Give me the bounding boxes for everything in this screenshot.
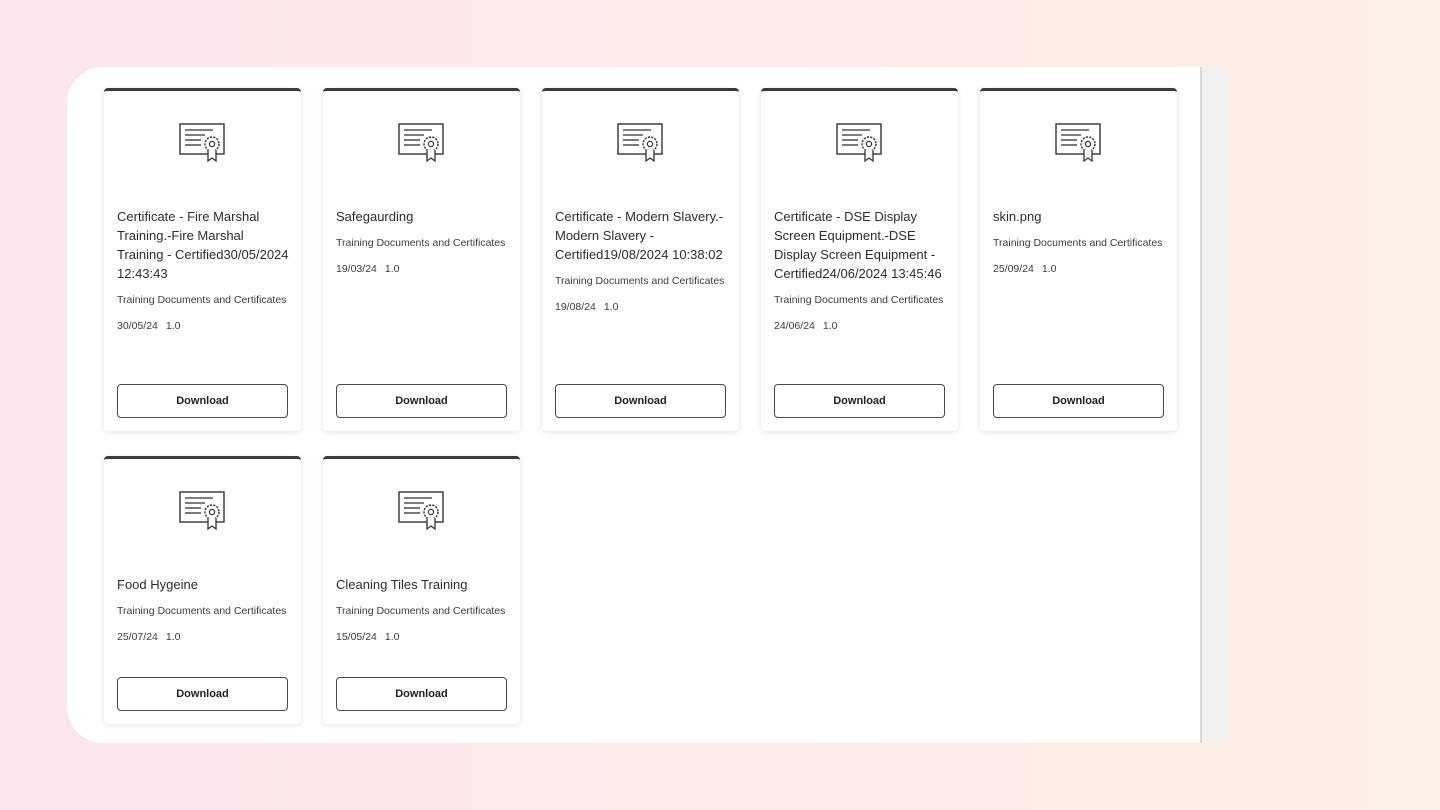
document-category: Training Documents and Certificates bbox=[336, 605, 506, 617]
document-date: 25/07/24 bbox=[117, 631, 158, 643]
document-title: Certificate - Modern Slavery.-Modern Sla… bbox=[555, 209, 724, 262]
document-card: Certificate - Modern Slavery.-Modern Sla… bbox=[542, 88, 739, 431]
document-card: Safegaurding Training Documents and Cert… bbox=[323, 88, 520, 431]
document-title: skin.png bbox=[993, 209, 1042, 224]
document-version: 1.0 bbox=[165, 631, 181, 643]
download-button[interactable]: Download bbox=[993, 384, 1164, 418]
document-version: 1.0 bbox=[1041, 263, 1057, 275]
certificate-icon bbox=[398, 491, 444, 531]
document-category: Training Documents and Certificates bbox=[774, 294, 944, 306]
certificate-icon bbox=[617, 123, 663, 163]
document-version: 1.0 bbox=[384, 631, 400, 643]
certificate-icon bbox=[398, 123, 444, 163]
documents-panel: Certificate - Fire Marshal Training.-Fir… bbox=[67, 67, 1200, 743]
document-date: 19/08/24 bbox=[555, 301, 596, 313]
document-version: 1.0 bbox=[165, 320, 181, 332]
document-meta: 25/07/24 1.0 bbox=[117, 630, 289, 645]
document-card: skin.png Training Documents and Certific… bbox=[980, 88, 1177, 431]
document-card: Certificate - DSE Display Screen Equipme… bbox=[761, 88, 958, 431]
document-meta: 25/09/24 1.0 bbox=[993, 262, 1165, 277]
document-category: Training Documents and Certificates bbox=[117, 294, 287, 306]
document-title: Safegaurding bbox=[336, 209, 414, 224]
document-title: Food Hygeine bbox=[117, 577, 198, 592]
scrollbar[interactable] bbox=[1202, 67, 1228, 743]
document-date: 24/06/24 bbox=[774, 320, 815, 332]
document-card: Food Hygeine Training Documents and Cert… bbox=[104, 456, 301, 724]
download-button[interactable]: Download bbox=[117, 677, 288, 711]
download-button[interactable]: Download bbox=[336, 677, 507, 711]
document-meta: 19/03/24 1.0 bbox=[336, 262, 508, 277]
document-date: 15/05/24 bbox=[336, 631, 377, 643]
certificate-icon bbox=[179, 491, 225, 531]
certificate-icon bbox=[836, 123, 882, 163]
document-category: Training Documents and Certificates bbox=[117, 605, 287, 617]
app-frame: Certificate - Fire Marshal Training.-Fir… bbox=[0, 0, 1440, 810]
certificate-icon bbox=[179, 123, 225, 163]
document-meta: 30/05/24 1.0 bbox=[117, 319, 289, 334]
document-version: 1.0 bbox=[384, 263, 400, 275]
document-title: Certificate - DSE Display Screen Equipme… bbox=[774, 209, 942, 281]
document-date: 30/05/24 bbox=[117, 320, 158, 332]
document-date: 25/09/24 bbox=[993, 263, 1034, 275]
document-version: 1.0 bbox=[822, 320, 838, 332]
document-meta: 19/08/24 1.0 bbox=[555, 300, 727, 315]
certificate-icon bbox=[1055, 123, 1101, 163]
document-meta: 24/06/24 1.0 bbox=[774, 319, 946, 334]
download-button[interactable]: Download bbox=[336, 384, 507, 418]
document-meta: 15/05/24 1.0 bbox=[336, 630, 508, 645]
document-category: Training Documents and Certificates bbox=[336, 237, 506, 249]
document-title: Cleaning Tiles Training bbox=[336, 577, 468, 592]
document-date: 19/03/24 bbox=[336, 263, 377, 275]
document-card: Certificate - Fire Marshal Training.-Fir… bbox=[104, 88, 301, 431]
download-button[interactable]: Download bbox=[555, 384, 726, 418]
document-version: 1.0 bbox=[603, 301, 619, 313]
download-button[interactable]: Download bbox=[117, 384, 288, 418]
document-title: Certificate - Fire Marshal Training.-Fir… bbox=[117, 209, 289, 281]
document-category: Training Documents and Certificates bbox=[993, 237, 1163, 249]
document-category: Training Documents and Certificates bbox=[555, 275, 725, 287]
download-button[interactable]: Download bbox=[774, 384, 945, 418]
document-card: Cleaning Tiles Training Training Documen… bbox=[323, 456, 520, 724]
